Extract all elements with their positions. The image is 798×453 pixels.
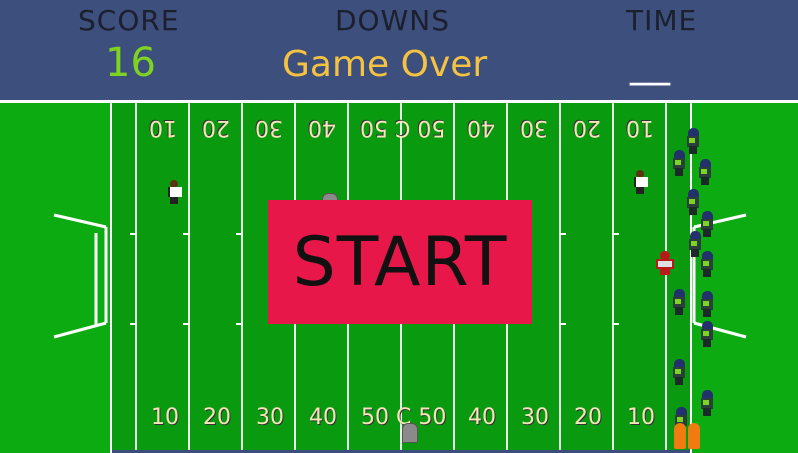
- yard-number-top: 40: [467, 115, 495, 140]
- hash-mark: [613, 233, 619, 235]
- quarterback-icon[interactable]: [656, 251, 674, 275]
- hash-mark: [130, 233, 136, 235]
- yard-line: [665, 103, 667, 450]
- hash-mark: [130, 323, 136, 325]
- defender-icon: [700, 291, 714, 317]
- defender-icon: [700, 211, 714, 237]
- defender-icon: [672, 150, 686, 176]
- defender-icon: [686, 128, 700, 154]
- yard-number-top: 20: [573, 115, 601, 140]
- yard-number-bottom: 30: [256, 405, 284, 430]
- yard-number-top: 30: [520, 115, 548, 140]
- yard-number-bottom: 40: [468, 405, 496, 430]
- yard-number-bottom: 20: [574, 405, 602, 430]
- yard-number-top: 40: [308, 115, 336, 140]
- hash-mark: [183, 323, 189, 325]
- yard-line: [612, 103, 614, 450]
- hash-mark: [183, 233, 189, 235]
- yard-number-bottom: 10: [627, 405, 655, 430]
- cone-icon: [674, 423, 686, 449]
- yard-line: [135, 103, 137, 450]
- time-value: __: [630, 40, 670, 86]
- scoreboard: SCORE 16 DOWNS Game Over TIME __: [0, 0, 798, 100]
- left-goalpost: [53, 213, 108, 339]
- defender-icon: [698, 159, 712, 185]
- hash-mark: [613, 323, 619, 325]
- defender-icon: [672, 289, 686, 315]
- hash-mark: [236, 233, 242, 235]
- time-label: TIME: [626, 4, 698, 37]
- yard-number-top: 10: [149, 115, 177, 140]
- yard-number-top: 10: [626, 115, 654, 140]
- yard-line: [188, 103, 190, 450]
- defender-icon: [700, 321, 714, 347]
- yard-number-top: 20: [202, 115, 230, 140]
- hash-mark: [236, 323, 242, 325]
- defender-icon: [686, 189, 700, 215]
- yard-line: [241, 103, 243, 450]
- yard-number-bottom: 40: [309, 405, 337, 430]
- downs-value: Game Over: [282, 44, 488, 85]
- defender-icon: [672, 359, 686, 385]
- referee-icon: [168, 180, 182, 204]
- referee-icon: [634, 170, 648, 194]
- downs-label: DOWNS: [335, 4, 451, 37]
- hash-mark: [560, 233, 566, 235]
- defender-icon: [700, 390, 714, 416]
- cone-icon: [688, 423, 700, 449]
- start-button[interactable]: START: [268, 200, 532, 324]
- yard-number-bottom: 20: [203, 405, 231, 430]
- defender-icon: [700, 251, 714, 277]
- score-label: SCORE: [78, 4, 180, 37]
- tombstone-icon: [402, 423, 418, 443]
- yard-number-top: 50 C 50: [360, 115, 446, 140]
- score-value: 16: [105, 40, 156, 86]
- hash-mark: [560, 323, 566, 325]
- yard-number-bottom: 10: [151, 405, 179, 430]
- yard-line: [559, 103, 561, 450]
- yard-number-top: 30: [255, 115, 283, 140]
- yard-number-bottom: 30: [521, 405, 549, 430]
